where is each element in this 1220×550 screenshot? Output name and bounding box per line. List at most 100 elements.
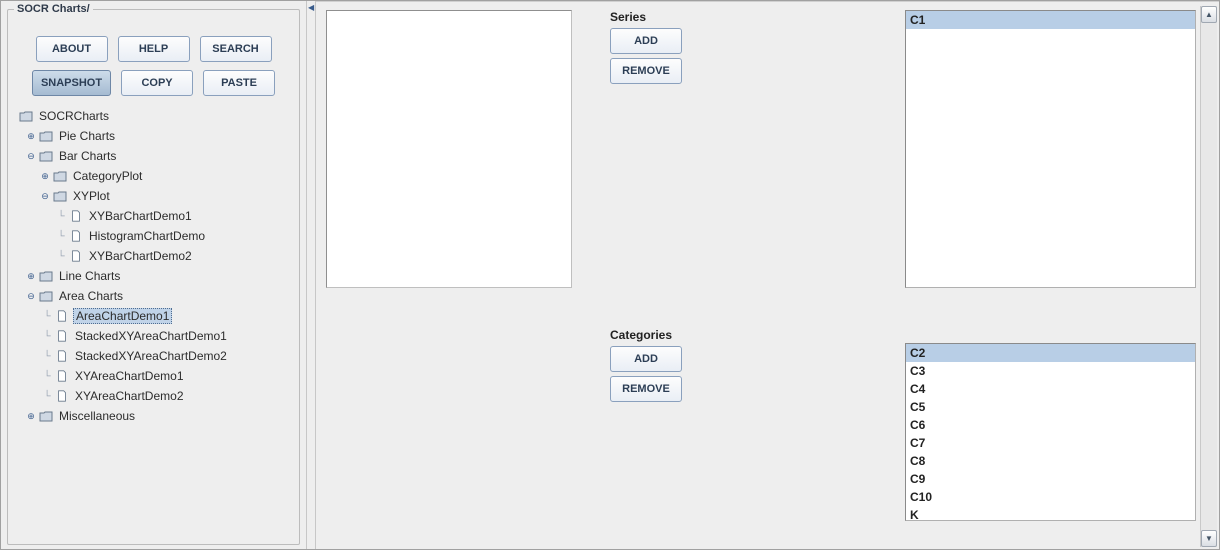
tree-root[interactable]: SOCRCharts <box>16 106 291 126</box>
file-icon <box>68 209 84 223</box>
scroll-up-button[interactable]: ▲ <box>1201 6 1217 23</box>
tree-label: CategoryPlot <box>71 169 144 183</box>
categories-remove-button[interactable]: REMOVE <box>610 376 682 402</box>
tree-label: Line Charts <box>57 269 122 283</box>
folder-icon <box>52 189 68 203</box>
folder-icon <box>38 129 54 143</box>
tree-label: AreaChartDemo1 <box>73 308 172 324</box>
snapshot-button[interactable]: SNAPSHOT <box>32 70 111 96</box>
main-panel: Series ADD REMOVE Categories ADD REMOVE … <box>316 1 1219 549</box>
tree-label: XYAreaChartDemo1 <box>73 369 186 383</box>
tree-areademo1[interactable]: └AreaChartDemo1 <box>16 306 291 326</box>
file-icon <box>54 309 70 323</box>
series-listbox[interactable]: C1 <box>905 10 1196 288</box>
vertical-splitter[interactable]: ◀ <box>306 1 316 549</box>
about-button[interactable]: ABOUT <box>36 36 108 62</box>
expand-toggle[interactable]: ⊕ <box>26 131 36 141</box>
tree-misc[interactable]: ⊕ Miscellaneous <box>16 406 291 426</box>
paste-button[interactable]: PASTE <box>203 70 275 96</box>
scroll-down-button[interactable]: ▼ <box>1201 530 1217 547</box>
tree-stackedxy2[interactable]: └ StackedXYAreaChartDemo2 <box>16 346 291 366</box>
series-title: Series <box>610 10 895 24</box>
tree-xybar1[interactable]: └ XYBarChartDemo1 <box>16 206 291 226</box>
tree-area-charts[interactable]: ⊖ Area Charts <box>16 286 291 306</box>
tree-elbow: └ <box>54 211 68 222</box>
tree-xybar2[interactable]: └ XYBarChartDemo2 <box>16 246 291 266</box>
categories-add-button[interactable]: ADD <box>610 346 682 372</box>
controls-column: Series ADD REMOVE Categories ADD REMOVE <box>600 6 905 547</box>
tree-stackedxy1[interactable]: └ StackedXYAreaChartDemo1 <box>16 326 291 346</box>
folder-icon <box>18 109 34 123</box>
categories-title: Categories <box>610 328 895 342</box>
tree-pie-charts[interactable]: ⊕ Pie Charts <box>16 126 291 146</box>
series-section: Series ADD REMOVE <box>610 10 895 88</box>
tree-elbow: └ <box>40 351 54 362</box>
tree-histogram[interactable]: └HistogramChartDemo <box>16 226 291 246</box>
tree-elbow: └ <box>40 371 54 382</box>
categories-section: Categories ADD REMOVE <box>610 328 895 406</box>
button-row-2: SNAPSHOT COPY PASTE <box>16 70 291 96</box>
tree-label: Miscellaneous <box>57 409 137 423</box>
sidebar-button-rows: ABOUT HELP SEARCH SNAPSHOT COPY PASTE <box>16 36 291 96</box>
tree-xyarea1[interactable]: └ XYAreaChartDemo1 <box>16 366 291 386</box>
tree-xyplot[interactable]: ⊖ XYPlot <box>16 186 291 206</box>
tree-bar-charts[interactable]: ⊖ Bar Charts <box>16 146 291 166</box>
collapse-toggle[interactable]: ⊖ <box>26 151 36 161</box>
help-button[interactable]: HELP <box>118 36 190 62</box>
expand-toggle[interactable]: ⊕ <box>26 411 36 421</box>
app-window: SOCR Charts/ ABOUT HELP SEARCH SNAPSHOT … <box>0 0 1220 550</box>
search-button[interactable]: SEARCH <box>200 36 272 62</box>
collapse-toggle[interactable]: ⊖ <box>26 291 36 301</box>
list-item[interactable]: C5 <box>906 398 1195 416</box>
expand-toggle[interactable]: ⊕ <box>26 271 36 281</box>
list-item[interactable]: K <box>906 506 1195 524</box>
list-item[interactable]: C4 <box>906 380 1195 398</box>
tree-label: Area Charts <box>57 289 125 303</box>
tree-elbow: └ <box>40 391 54 402</box>
list-item[interactable]: C9 <box>906 470 1195 488</box>
file-icon <box>68 229 84 243</box>
sidebar-legend: SOCR Charts/ <box>14 3 93 15</box>
folder-icon <box>38 409 54 423</box>
tree-label: XYBarChartDemo1 <box>87 209 194 223</box>
file-icon <box>54 349 70 363</box>
tree-elbow: └ <box>54 231 68 242</box>
tree-elbow: └ <box>40 331 54 342</box>
collapse-toggle[interactable]: ⊖ <box>40 191 50 201</box>
sidebar-panel: SOCR Charts/ ABOUT HELP SEARCH SNAPSHOT … <box>1 1 306 549</box>
tree-label: XYAreaChartDemo2 <box>73 389 186 403</box>
tree-line-charts[interactable]: ⊕ Line Charts <box>16 266 291 286</box>
copy-button[interactable]: COPY <box>121 70 193 96</box>
folder-icon <box>38 289 54 303</box>
file-icon <box>54 369 70 383</box>
list-item[interactable]: C1 <box>906 11 1195 29</box>
expand-toggle[interactable]: ⊕ <box>40 171 50 181</box>
list-column: C1 C2 C3 C4 C5 C6 C7 C8 C9 C10 K <box>905 6 1200 547</box>
button-row-1: ABOUT HELP SEARCH <box>16 36 291 62</box>
preview-canvas <box>326 10 572 288</box>
folder-icon <box>38 269 54 283</box>
tree-categoryplot[interactable]: ⊕ CategoryPlot <box>16 166 291 186</box>
file-icon <box>68 249 84 263</box>
vertical-scrollbar[interactable]: ▲ ▼ <box>1200 6 1217 547</box>
tree-elbow: └ <box>54 251 68 262</box>
list-item[interactable]: C2 <box>906 344 1195 362</box>
tree-xyarea2[interactable]: └ XYAreaChartDemo2 <box>16 386 291 406</box>
list-item[interactable]: C10 <box>906 488 1195 506</box>
categories-listbox[interactable]: C2 C3 C4 C5 C6 C7 C8 C9 C10 K <box>905 343 1196 521</box>
tree-root-label: SOCRCharts <box>37 109 111 123</box>
list-item[interactable]: C6 <box>906 416 1195 434</box>
splitter-collapse-left-icon[interactable]: ◀ <box>308 3 314 12</box>
tree-label: StackedXYAreaChartDemo2 <box>73 349 229 363</box>
series-add-button[interactable]: ADD <box>610 28 682 54</box>
preview-column <box>320 6 600 547</box>
tree-label: Pie Charts <box>57 129 117 143</box>
list-item[interactable]: C7 <box>906 434 1195 452</box>
tree-label: XYBarChartDemo2 <box>87 249 194 263</box>
tree-label: StackedXYAreaChartDemo1 <box>73 329 229 343</box>
tree-label: Bar Charts <box>57 149 118 163</box>
charts-tree[interactable]: SOCRCharts ⊕ Pie Charts <box>16 106 291 426</box>
list-item[interactable]: C3 <box>906 362 1195 380</box>
list-item[interactable]: C8 <box>906 452 1195 470</box>
series-remove-button[interactable]: REMOVE <box>610 58 682 84</box>
